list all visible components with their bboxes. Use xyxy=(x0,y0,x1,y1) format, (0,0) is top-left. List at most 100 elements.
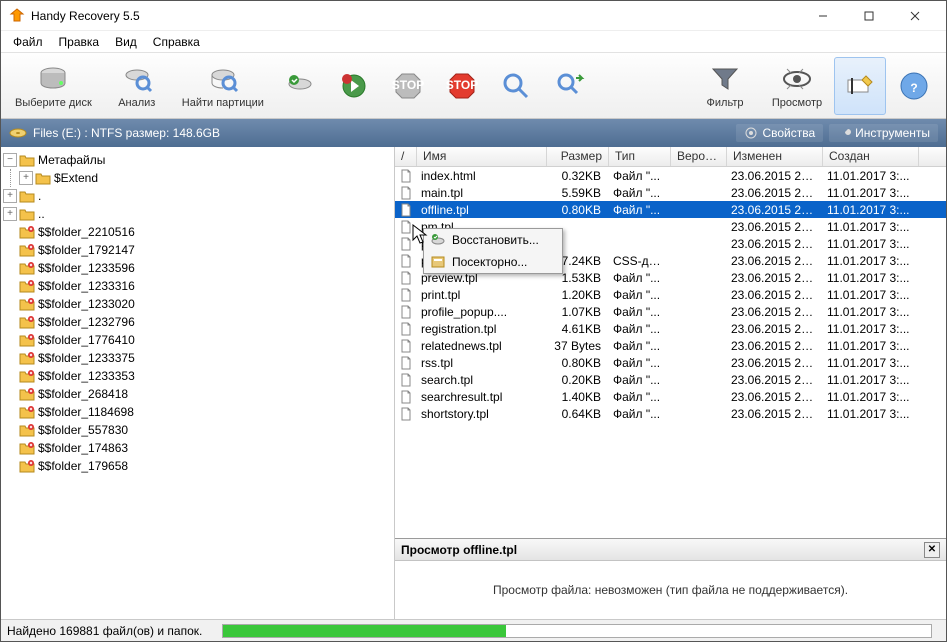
tree-folder-label: $$folder_1233316 xyxy=(38,279,135,293)
tree-folder[interactable]: $$folder_174863 xyxy=(3,439,392,457)
path-text: Files (E:) : NTFS размер: 148.6GB xyxy=(33,126,730,140)
file-row[interactable]: relatednews.tpl 37 Bytes Файл "... 23.06… xyxy=(395,337,946,354)
select-disk-button[interactable]: Выберите диск xyxy=(7,57,100,115)
tree-folder[interactable]: $$folder_1184698 xyxy=(3,403,392,421)
tools-button[interactable]: Инструменты xyxy=(829,124,938,142)
close-button[interactable] xyxy=(892,1,938,31)
expand-icon[interactable]: + xyxy=(19,171,33,185)
col-mod[interactable]: Изменен xyxy=(727,147,823,166)
folder-tree[interactable]: − Метафайлы + $Extend + . + xyxy=(1,147,395,619)
file-row[interactable]: index.html 0.32KB Файл "... 23.06.2015 2… xyxy=(395,167,946,184)
tree-folder[interactable]: $$folder_1232796 xyxy=(3,313,392,331)
analyze-button[interactable]: Анализ xyxy=(102,57,172,115)
context-recover[interactable]: Восстановить... xyxy=(424,229,562,251)
search-files-button[interactable] xyxy=(490,57,542,115)
stop-gray-button[interactable]: STOP xyxy=(382,57,434,115)
context-sector[interactable]: Посекторно... xyxy=(424,251,562,273)
file-row[interactable]: registration.tpl 4.61KB Файл "... 23.06.… xyxy=(395,320,946,337)
col-slash[interactable]: / xyxy=(395,147,417,166)
file-icon xyxy=(399,169,413,183)
col-prob[interactable]: Вероят... xyxy=(671,147,727,166)
tree-root-label: Метафайлы xyxy=(38,153,105,167)
file-row[interactable]: rss.tpl 0.80KB Файл "... 23.06.2015 21:.… xyxy=(395,354,946,371)
file-list[interactable]: index.html 0.32KB Файл "... 23.06.2015 2… xyxy=(395,167,946,538)
file-mod: 23.06.2015 21:... xyxy=(725,390,821,404)
preview-label: Просмотр xyxy=(772,97,822,109)
stop-gray-icon: STOP xyxy=(392,70,424,102)
tree-folder[interactable]: $$folder_1792147 xyxy=(3,241,392,259)
maximize-button[interactable] xyxy=(846,1,892,31)
file-row[interactable]: shortstory.tpl 0.64KB Файл "... 23.06.20… xyxy=(395,405,946,422)
file-cre: 11.01.2017 3:... xyxy=(821,220,917,234)
menu-file[interactable]: Файл xyxy=(5,33,51,51)
preview-panel: Просмотр offline.tpl ✕ Просмотр файла: н… xyxy=(395,538,946,619)
col-type[interactable]: Тип xyxy=(609,147,671,166)
find-partitions-button[interactable]: Найти партиции xyxy=(174,57,272,115)
filter-button[interactable]: Фильтр xyxy=(690,57,760,115)
help-button[interactable]: ? xyxy=(888,57,940,115)
file-mod: 23.06.2015 21:... xyxy=(725,254,821,268)
menu-view[interactable]: Вид xyxy=(107,33,145,51)
tree-folder[interactable]: $$folder_1233596 xyxy=(3,259,392,277)
file-icon xyxy=(399,305,413,319)
play-button[interactable] xyxy=(328,57,380,115)
analyze-icon xyxy=(121,63,153,95)
properties-button[interactable]: Свойства xyxy=(736,124,823,142)
file-cre: 11.01.2017 3:... xyxy=(821,237,917,251)
search-next-icon xyxy=(554,70,586,102)
play-icon xyxy=(338,70,370,102)
menu-help[interactable]: Справка xyxy=(145,33,208,51)
tree-folder[interactable]: $$folder_1233353 xyxy=(3,367,392,385)
deleted-folder-icon xyxy=(19,243,35,257)
progress-fill xyxy=(223,625,506,637)
file-type: Файл "... xyxy=(607,288,669,302)
stop-red-button[interactable]: STOP xyxy=(436,57,488,115)
tree-folder[interactable]: $$folder_1233316 xyxy=(3,277,392,295)
file-row[interactable]: profile_popup.... 1.07KB Файл "... 23.06… xyxy=(395,303,946,320)
expand-icon[interactable]: + xyxy=(3,189,17,203)
tree-root[interactable]: − Метафайлы xyxy=(3,151,392,169)
search-next-button[interactable] xyxy=(544,57,596,115)
file-cre: 11.01.2017 3:... xyxy=(821,271,917,285)
preview-button[interactable]: Просмотр xyxy=(762,57,832,115)
file-row[interactable]: search.tpl 0.20KB Файл "... 23.06.2015 2… xyxy=(395,371,946,388)
tree-folder[interactable]: $$folder_2210516 xyxy=(3,223,392,241)
file-row[interactable]: offline.tpl 0.80KB Файл "... 23.06.2015 … xyxy=(395,201,946,218)
file-type: Файл "... xyxy=(607,356,669,370)
recover-button[interactable] xyxy=(274,57,326,115)
tree-folder[interactable]: $$folder_557830 xyxy=(3,421,392,439)
file-row[interactable]: searchresult.tpl 1.40KB Файл "... 23.06.… xyxy=(395,388,946,405)
tree-folder[interactable]: $$folder_179658 xyxy=(3,457,392,475)
col-cre[interactable]: Создан xyxy=(823,147,919,166)
svg-text:STOP: STOP xyxy=(392,78,424,92)
deleted-folder-icon xyxy=(19,369,35,383)
tools-label: Инструменты xyxy=(855,126,930,140)
preview-close-button[interactable]: ✕ xyxy=(924,542,940,558)
col-name[interactable]: Имя xyxy=(417,147,547,166)
tree-folder[interactable]: $$folder_1776410 xyxy=(3,331,392,349)
tree-dot-label: . xyxy=(38,189,41,203)
collapse-icon[interactable]: − xyxy=(3,153,17,167)
file-size: 4.61KB xyxy=(545,322,607,336)
expand-icon[interactable]: + xyxy=(3,207,17,221)
deleted-folder-icon xyxy=(19,459,35,473)
tree-extend[interactable]: + $Extend xyxy=(19,169,392,187)
file-icon xyxy=(399,373,413,387)
file-row[interactable]: print.tpl 1.20KB Файл "... 23.06.2015 21… xyxy=(395,286,946,303)
preview-body: Просмотр файла: невозможен (тип файла не… xyxy=(395,561,946,619)
file-row[interactable]: main.tpl 5.59KB Файл "... 23.06.2015 21:… xyxy=(395,184,946,201)
rename-button[interactable] xyxy=(834,57,886,115)
tree-folder[interactable]: $$folder_1233020 xyxy=(3,295,392,313)
file-icon xyxy=(399,322,413,336)
menu-edit[interactable]: Правка xyxy=(51,33,108,51)
tree-dotdot[interactable]: + .. xyxy=(3,205,392,223)
col-size[interactable]: Размер xyxy=(547,147,609,166)
tree-spacer xyxy=(3,423,17,437)
folder-icon xyxy=(19,189,35,203)
minimize-button[interactable] xyxy=(800,1,846,31)
file-cre: 11.01.2017 3:... xyxy=(821,356,917,370)
tree-folder[interactable]: $$folder_268418 xyxy=(3,385,392,403)
tree-dot[interactable]: + . xyxy=(3,187,392,205)
tree-folder[interactable]: $$folder_1233375 xyxy=(3,349,392,367)
recover-small-icon xyxy=(430,232,446,248)
